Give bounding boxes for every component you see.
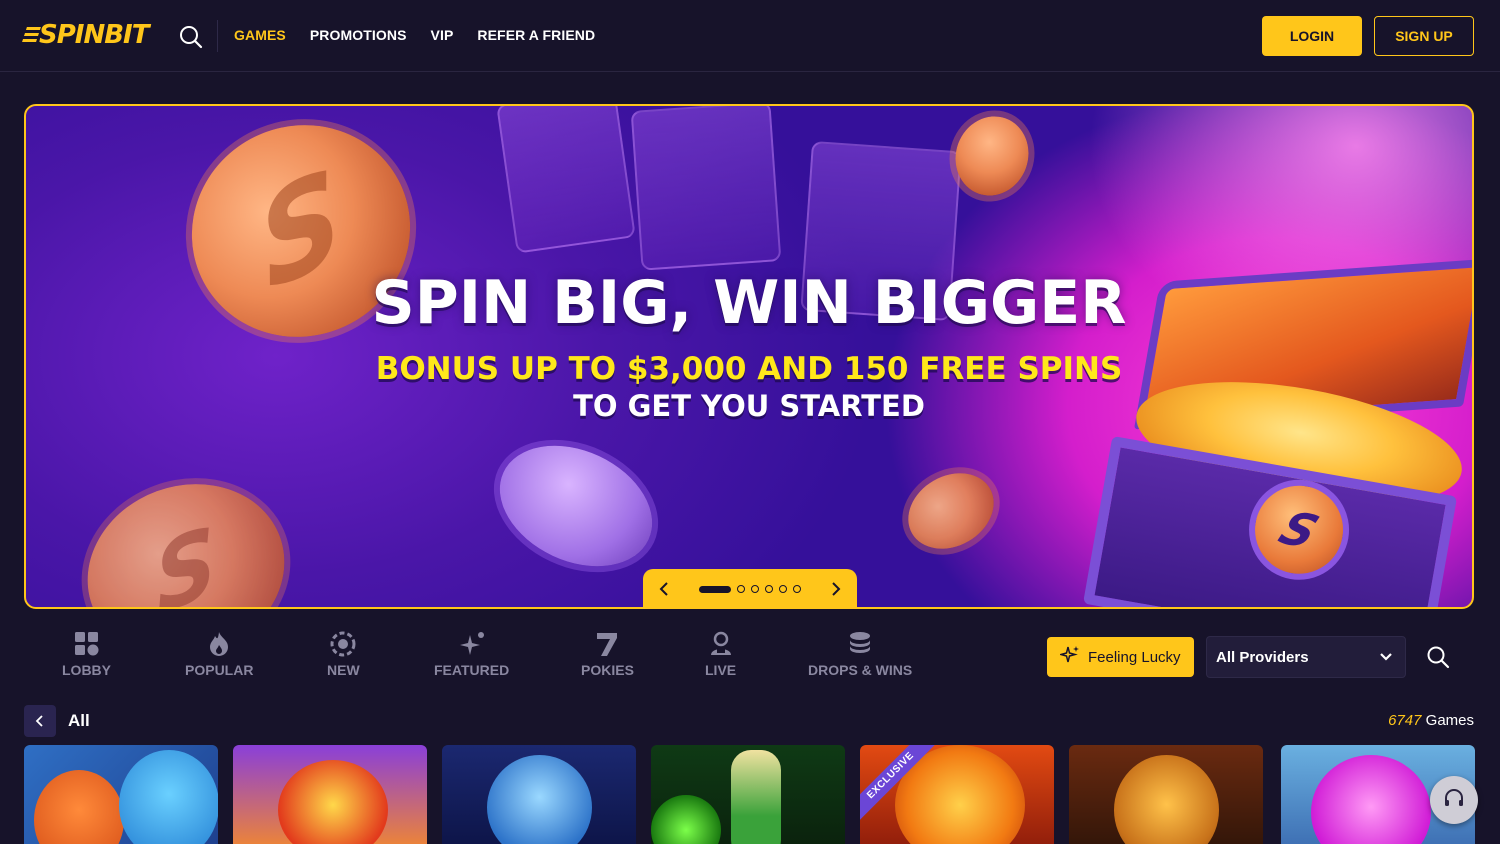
nav-games[interactable]: GAMES — [234, 26, 286, 44]
carousel-next-icon[interactable] — [829, 582, 843, 596]
game-tile[interactable] — [442, 745, 636, 844]
header-divider — [217, 20, 218, 52]
hero-banner[interactable]: S S S SPIN BIG, WIN BIGGER BONUS UP TO $… — [24, 104, 1474, 609]
carousel-prev-icon[interactable] — [657, 582, 671, 596]
hero-title: SPIN BIG, WIN BIGGER — [371, 268, 1127, 338]
hero-subtitle-2: TO GET YOU STARTED — [573, 389, 925, 423]
category-popular[interactable]: POPULAR — [185, 630, 253, 684]
feeling-lucky-button[interactable]: Feeling Lucky — [1047, 637, 1194, 677]
search-icon[interactable] — [178, 24, 204, 50]
nav-vip[interactable]: VIP — [431, 26, 454, 44]
category-pokies[interactable]: POKIES — [581, 630, 634, 684]
top-header: SPINBIT GAMES PROMOTIONS VIP REFER A FRI… — [0, 0, 1500, 72]
nav-promotions[interactable]: PROMOTIONS — [310, 26, 407, 44]
flame-icon — [205, 630, 233, 658]
chip-icon — [329, 630, 357, 658]
carousel-dots — [699, 585, 801, 593]
login-button[interactable]: LOGIN — [1262, 16, 1362, 56]
carousel-controls — [643, 569, 857, 607]
carousel-dot[interactable] — [737, 585, 745, 593]
back-button[interactable] — [24, 705, 56, 737]
category-drops-wins[interactable]: DROPS & WINS — [808, 630, 912, 684]
game-tile[interactable] — [651, 745, 845, 844]
spinbit-logo[interactable]: SPINBIT — [21, 22, 149, 48]
section-title: All — [68, 711, 90, 730]
support-chat-button[interactable] — [1430, 776, 1478, 824]
coin-graphic — [480, 422, 672, 590]
provider-select[interactable]: All Providers — [1206, 636, 1406, 678]
game-tile[interactable]: EXCLUSIVE — [860, 745, 1054, 844]
carousel-dot[interactable] — [765, 585, 773, 593]
slot-machine-graphic — [496, 106, 636, 254]
carousel-dot[interactable] — [793, 585, 801, 593]
games-count: 6747 Games — [1388, 712, 1474, 729]
signup-button[interactable]: SIGN UP — [1374, 16, 1474, 56]
carousel-dot[interactable] — [751, 585, 759, 593]
chevron-down-icon — [1379, 649, 1393, 666]
coin-stack-icon — [846, 630, 874, 658]
game-search-icon[interactable] — [1426, 645, 1450, 669]
category-featured[interactable]: FEATURED — [434, 630, 509, 684]
game-tile[interactable] — [233, 745, 427, 844]
coin-graphic: S — [62, 456, 310, 607]
category-new[interactable]: NEW — [327, 630, 360, 684]
sparkles-icon — [1058, 645, 1080, 669]
grid-icon — [73, 630, 101, 658]
carousel-dot[interactable] — [779, 585, 787, 593]
hero-subtitle: BONUS UP TO $3,000 AND 150 FREE SPINS — [375, 351, 1123, 387]
nav-refer-a-friend[interactable]: REFER A FRIEND — [477, 26, 595, 44]
coin-graphic — [894, 458, 1008, 564]
category-live[interactable]: LIVE — [705, 630, 736, 684]
game-tile[interactable] — [24, 745, 218, 844]
game-tile[interactable] — [1069, 745, 1263, 844]
sparkle-icon — [458, 630, 486, 658]
carousel-dot[interactable] — [699, 585, 731, 593]
category-lobby[interactable]: LOBBY — [62, 630, 111, 684]
slot-machine-graphic — [630, 106, 782, 271]
seven-icon — [593, 630, 621, 658]
main-nav: GAMES PROMOTIONS VIP REFER A FRIEND — [234, 26, 595, 44]
headset-icon — [1442, 787, 1466, 814]
dealer-icon — [707, 630, 735, 658]
